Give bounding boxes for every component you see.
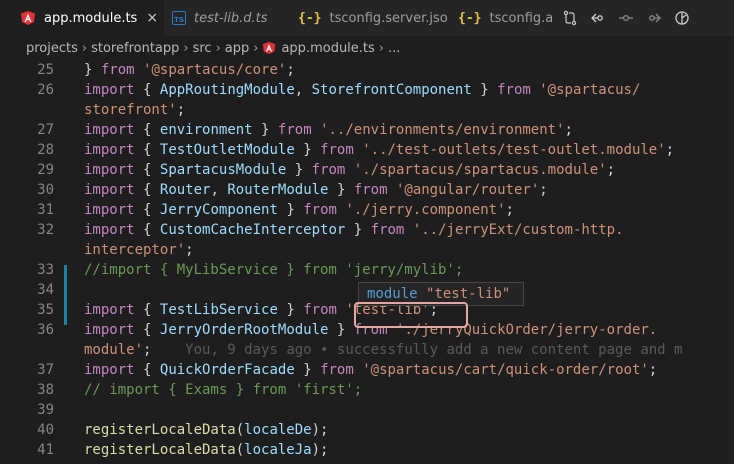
line-number: 26 — [37, 82, 54, 98]
code-editor[interactable]: 25 } from '@spartacus/core'; 26 import { Ap… — [0, 60, 734, 464]
code-line[interactable]: 32 import { CustomCacheInterceptor } from… — [0, 220, 734, 240]
code-line[interactable]: 29 import { SpartacusModule } from './spa… — [0, 160, 734, 180]
breadcrumb-item-projects[interactable]: projects — [26, 41, 78, 56]
code-text: interceptor'; — [84, 242, 194, 258]
code-text: //import { MyLibService } from 'jerry/my… — [84, 262, 464, 278]
close-tab-icon[interactable]: × — [146, 10, 158, 26]
code-line[interactable]: 38 // import { Exams } from 'first'; — [0, 380, 734, 400]
code-line[interactable]: 30 import { Router, RouterModule } from '… — [0, 180, 734, 200]
line-number: 31 — [37, 202, 54, 218]
toggle-change-icon[interactable] — [612, 0, 640, 36]
code-line[interactable]: storefront'; — [0, 100, 734, 120]
line-number: 30 — [37, 182, 54, 198]
line-number: 29 — [37, 162, 54, 178]
line-number: 36 — [37, 322, 54, 338]
code-line[interactable]: 41 registerLocaleData(localeJa); — [0, 440, 734, 460]
line-number: 33 — [37, 262, 54, 278]
hover-module-name: "test-lib" — [426, 286, 511, 302]
breadcrumb: projects › storefrontapp › src › app › a… — [0, 36, 734, 60]
code-line[interactable]: 27 import { environment } from '../enviro… — [0, 120, 734, 140]
code-line[interactable]: 40 registerLocaleData(localeDe); — [0, 420, 734, 440]
tab-app-module[interactable]: app.module.ts × — [0, 0, 164, 36]
code-text: // import { Exams } from 'first'; — [84, 382, 363, 398]
code-line[interactable]: 26 import { AppRoutingModule, StorefrontC… — [0, 80, 734, 100]
code-text: import { TestOutletModule } from '../tes… — [84, 142, 675, 158]
code-text: module'; You, 9 days ago • successfully … — [84, 342, 683, 358]
line-number: 32 — [37, 222, 54, 238]
line-number: 34 — [37, 282, 54, 298]
line-number: 35 — [37, 302, 54, 318]
json-braces-icon: {-} — [298, 10, 322, 26]
chevron-right-icon: › — [183, 40, 189, 56]
line-number: 41 — [37, 442, 54, 458]
line-number: 25 — [37, 62, 54, 78]
json-braces-icon: {-} — [458, 10, 482, 26]
tab-label: test-lib.d.ts — [194, 10, 268, 26]
code-text: } from '@spartacus/core'; — [84, 62, 295, 78]
go-back-icon[interactable] — [584, 0, 612, 36]
code-text: registerLocaleData(localeDe); — [84, 422, 329, 438]
tab-tsconfig-server-json[interactable]: {-} tsconfig.server.json — [288, 0, 448, 36]
line-number: 27 — [37, 122, 54, 138]
breadcrumb-item-more[interactable]: ... — [388, 41, 400, 56]
code-text: import { QuickOrderFacade } from '@spart… — [84, 362, 658, 378]
line-number: 38 — [37, 382, 54, 398]
code-text: registerLocaleData(localeJa); — [84, 442, 329, 458]
code-text: import { SpartacusModule } from './spart… — [84, 162, 616, 178]
chevron-right-icon: › — [253, 40, 259, 56]
editor-tab-bar: app.module.ts × TS test-lib.d.ts {-} tsc… — [0, 0, 734, 36]
tab-test-lib-d-ts[interactable]: TS test-lib.d.ts — [164, 0, 288, 36]
line-number: 37 — [37, 362, 54, 378]
line-number: 40 — [37, 422, 54, 438]
code-line[interactable]: 37 import { QuickOrderFacade } from '@spa… — [0, 360, 734, 380]
angular-icon — [21, 11, 35, 25]
git-blame-annotation: You, 9 days ago • successfully add a new… — [151, 342, 683, 358]
tab-label: tsconfig.a — [489, 10, 552, 26]
chevron-right-icon: › — [378, 40, 384, 56]
tab-label: tsconfig.server.json — [329, 10, 448, 26]
line-number: 39 — [37, 402, 54, 418]
code-text: import { CustomCacheInterceptor } from '… — [84, 222, 624, 238]
breadcrumb-item-src[interactable]: src — [193, 41, 212, 56]
hover-keyword: module — [367, 286, 418, 302]
line-number: 28 — [37, 142, 54, 158]
code-line[interactable]: interceptor'; — [0, 240, 734, 260]
go-forward-icon[interactable] — [640, 0, 668, 36]
code-text: import { JerryComponent } from './jerry.… — [84, 202, 514, 218]
code-text: import { AppRoutingModule, StorefrontCom… — [84, 82, 641, 98]
code-text: storefront'; — [84, 102, 186, 118]
breadcrumb-item-storefrontapp[interactable]: storefrontapp — [91, 41, 179, 56]
typescript-file-icon: TS — [172, 11, 186, 25]
code-line[interactable]: module'; You, 9 days ago • successfully … — [0, 340, 734, 360]
code-line[interactable]: 25 } from '@spartacus/core'; — [0, 60, 734, 80]
breadcrumb-item-file[interactable]: app.module.ts — [281, 41, 374, 56]
compare-changes-icon[interactable] — [556, 0, 584, 36]
chevron-right-icon: › — [215, 40, 221, 56]
tab-label: app.module.ts — [44, 10, 138, 26]
highlight-annotation — [354, 302, 468, 328]
angular-icon — [262, 41, 276, 55]
code-line[interactable]: 39 — [0, 400, 734, 420]
editor-actions — [556, 0, 696, 36]
code-line[interactable]: 31 import { JerryComponent } from './jerr… — [0, 200, 734, 220]
chevron-right-icon: › — [81, 40, 88, 56]
code-text: import { Router, RouterModule } from '@a… — [84, 182, 548, 198]
code-text: import { environment } from '../environm… — [84, 122, 573, 138]
code-line[interactable]: 28 import { TestOutletModule } from '../t… — [0, 140, 734, 160]
open-changes-icon[interactable] — [668, 0, 696, 36]
breadcrumb-item-app[interactable]: app — [225, 41, 249, 56]
code-line[interactable]: 33 //import { MyLibService } from 'jerry/… — [0, 260, 734, 280]
tab-tsconfig-a[interactable]: {-} tsconfig.a — [448, 0, 552, 36]
